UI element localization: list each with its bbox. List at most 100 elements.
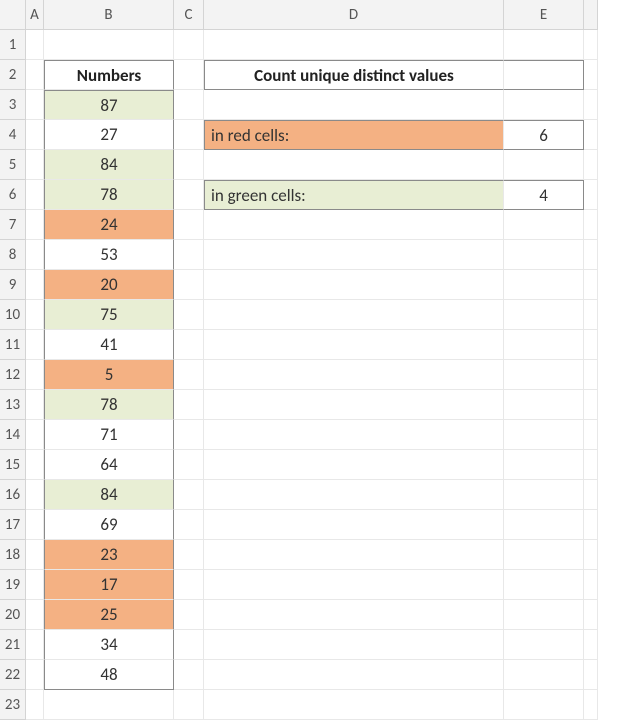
- cell-F18[interactable]: [584, 540, 598, 570]
- cell-A16[interactable]: [26, 480, 44, 510]
- cell-F8[interactable]: [584, 240, 598, 270]
- row-header[interactable]: 10: [0, 300, 26, 330]
- cell-F21[interactable]: [584, 630, 598, 660]
- cell-D21[interactable]: [204, 630, 504, 660]
- number-cell[interactable]: 78: [44, 180, 174, 210]
- spreadsheet-grid[interactable]: A B C D E 1 2 Numbers Count unique disti…: [0, 0, 640, 720]
- number-cell[interactable]: 64: [44, 450, 174, 480]
- cell-D18[interactable]: [204, 540, 504, 570]
- cell-A12[interactable]: [26, 360, 44, 390]
- cell-A17[interactable]: [26, 510, 44, 540]
- cell-C23[interactable]: [174, 690, 204, 720]
- cell-A4[interactable]: [26, 120, 44, 150]
- cell-D22[interactable]: [204, 660, 504, 690]
- cell-A18[interactable]: [26, 540, 44, 570]
- number-cell[interactable]: 48: [44, 660, 174, 690]
- number-cell[interactable]: 27: [44, 120, 174, 150]
- row-header[interactable]: 8: [0, 240, 26, 270]
- cell-B1[interactable]: [44, 30, 174, 60]
- cell-F6[interactable]: [584, 180, 598, 210]
- cell-C4[interactable]: [174, 120, 204, 150]
- cell-C10[interactable]: [174, 300, 204, 330]
- number-cell[interactable]: 84: [44, 480, 174, 510]
- cell-E20[interactable]: [504, 600, 584, 630]
- cell-C9[interactable]: [174, 270, 204, 300]
- numbers-header[interactable]: Numbers: [44, 60, 174, 90]
- green-label[interactable]: in green cells:: [204, 180, 504, 210]
- cell-F12[interactable]: [584, 360, 598, 390]
- cell-E3[interactable]: [504, 90, 584, 120]
- col-header-B[interactable]: B: [44, 0, 174, 30]
- cell-A11[interactable]: [26, 330, 44, 360]
- cell-C19[interactable]: [174, 570, 204, 600]
- cell-E13[interactable]: [504, 390, 584, 420]
- cell-E15[interactable]: [504, 450, 584, 480]
- cell-D11[interactable]: [204, 330, 504, 360]
- cell-E5[interactable]: [504, 150, 584, 180]
- cell-A6[interactable]: [26, 180, 44, 210]
- green-result[interactable]: 4: [504, 180, 584, 210]
- cell-E23[interactable]: [504, 690, 584, 720]
- cell-F13[interactable]: [584, 390, 598, 420]
- number-cell[interactable]: 69: [44, 510, 174, 540]
- cell-A7[interactable]: [26, 210, 44, 240]
- cell-C14[interactable]: [174, 420, 204, 450]
- cell-B23[interactable]: [44, 690, 174, 720]
- row-header[interactable]: 6: [0, 180, 26, 210]
- number-cell[interactable]: 34: [44, 630, 174, 660]
- cell-A8[interactable]: [26, 240, 44, 270]
- row-header[interactable]: 21: [0, 630, 26, 660]
- row-header[interactable]: 18: [0, 540, 26, 570]
- number-cell[interactable]: 5: [44, 360, 174, 390]
- cell-F22[interactable]: [584, 660, 598, 690]
- number-cell[interactable]: 84: [44, 150, 174, 180]
- row-header[interactable]: 17: [0, 510, 26, 540]
- cell-A19[interactable]: [26, 570, 44, 600]
- cell-F7[interactable]: [584, 210, 598, 240]
- row-header[interactable]: 22: [0, 660, 26, 690]
- row-header[interactable]: 2: [0, 60, 26, 90]
- row-header[interactable]: 20: [0, 600, 26, 630]
- col-header-E[interactable]: E: [504, 0, 584, 30]
- row-header[interactable]: 3: [0, 90, 26, 120]
- cell-A9[interactable]: [26, 270, 44, 300]
- number-cell[interactable]: 17: [44, 570, 174, 600]
- cell-D5[interactable]: [204, 150, 504, 180]
- cell-D13[interactable]: [204, 390, 504, 420]
- red-result[interactable]: 6: [504, 120, 584, 150]
- cell-D16[interactable]: [204, 480, 504, 510]
- cell-F17[interactable]: [584, 510, 598, 540]
- cell-D20[interactable]: [204, 600, 504, 630]
- cell-E8[interactable]: [504, 240, 584, 270]
- row-header[interactable]: 7: [0, 210, 26, 240]
- cell-E16[interactable]: [504, 480, 584, 510]
- cell-A13[interactable]: [26, 390, 44, 420]
- cell-E11[interactable]: [504, 330, 584, 360]
- cell-C16[interactable]: [174, 480, 204, 510]
- cell-A22[interactable]: [26, 660, 44, 690]
- number-cell[interactable]: 20: [44, 270, 174, 300]
- cell-C20[interactable]: [174, 600, 204, 630]
- cell-E1[interactable]: [504, 30, 584, 60]
- cell-A15[interactable]: [26, 450, 44, 480]
- cell-A21[interactable]: [26, 630, 44, 660]
- cell-D3[interactable]: [204, 90, 504, 120]
- cell-E19[interactable]: [504, 570, 584, 600]
- cell-D9[interactable]: [204, 270, 504, 300]
- col-header-F[interactable]: [584, 0, 598, 30]
- cell-C17[interactable]: [174, 510, 204, 540]
- cell-C21[interactable]: [174, 630, 204, 660]
- cell-C15[interactable]: [174, 450, 204, 480]
- cell-A5[interactable]: [26, 150, 44, 180]
- row-header[interactable]: 14: [0, 420, 26, 450]
- cell-A2[interactable]: [26, 60, 44, 90]
- cell-E9[interactable]: [504, 270, 584, 300]
- cell-E14[interactable]: [504, 420, 584, 450]
- col-header-A[interactable]: A: [26, 0, 44, 30]
- cell-E22[interactable]: [504, 660, 584, 690]
- number-cell[interactable]: 87: [44, 90, 174, 120]
- cell-C3[interactable]: [174, 90, 204, 120]
- number-cell[interactable]: 41: [44, 330, 174, 360]
- cell-D14[interactable]: [204, 420, 504, 450]
- cell-D7[interactable]: [204, 210, 504, 240]
